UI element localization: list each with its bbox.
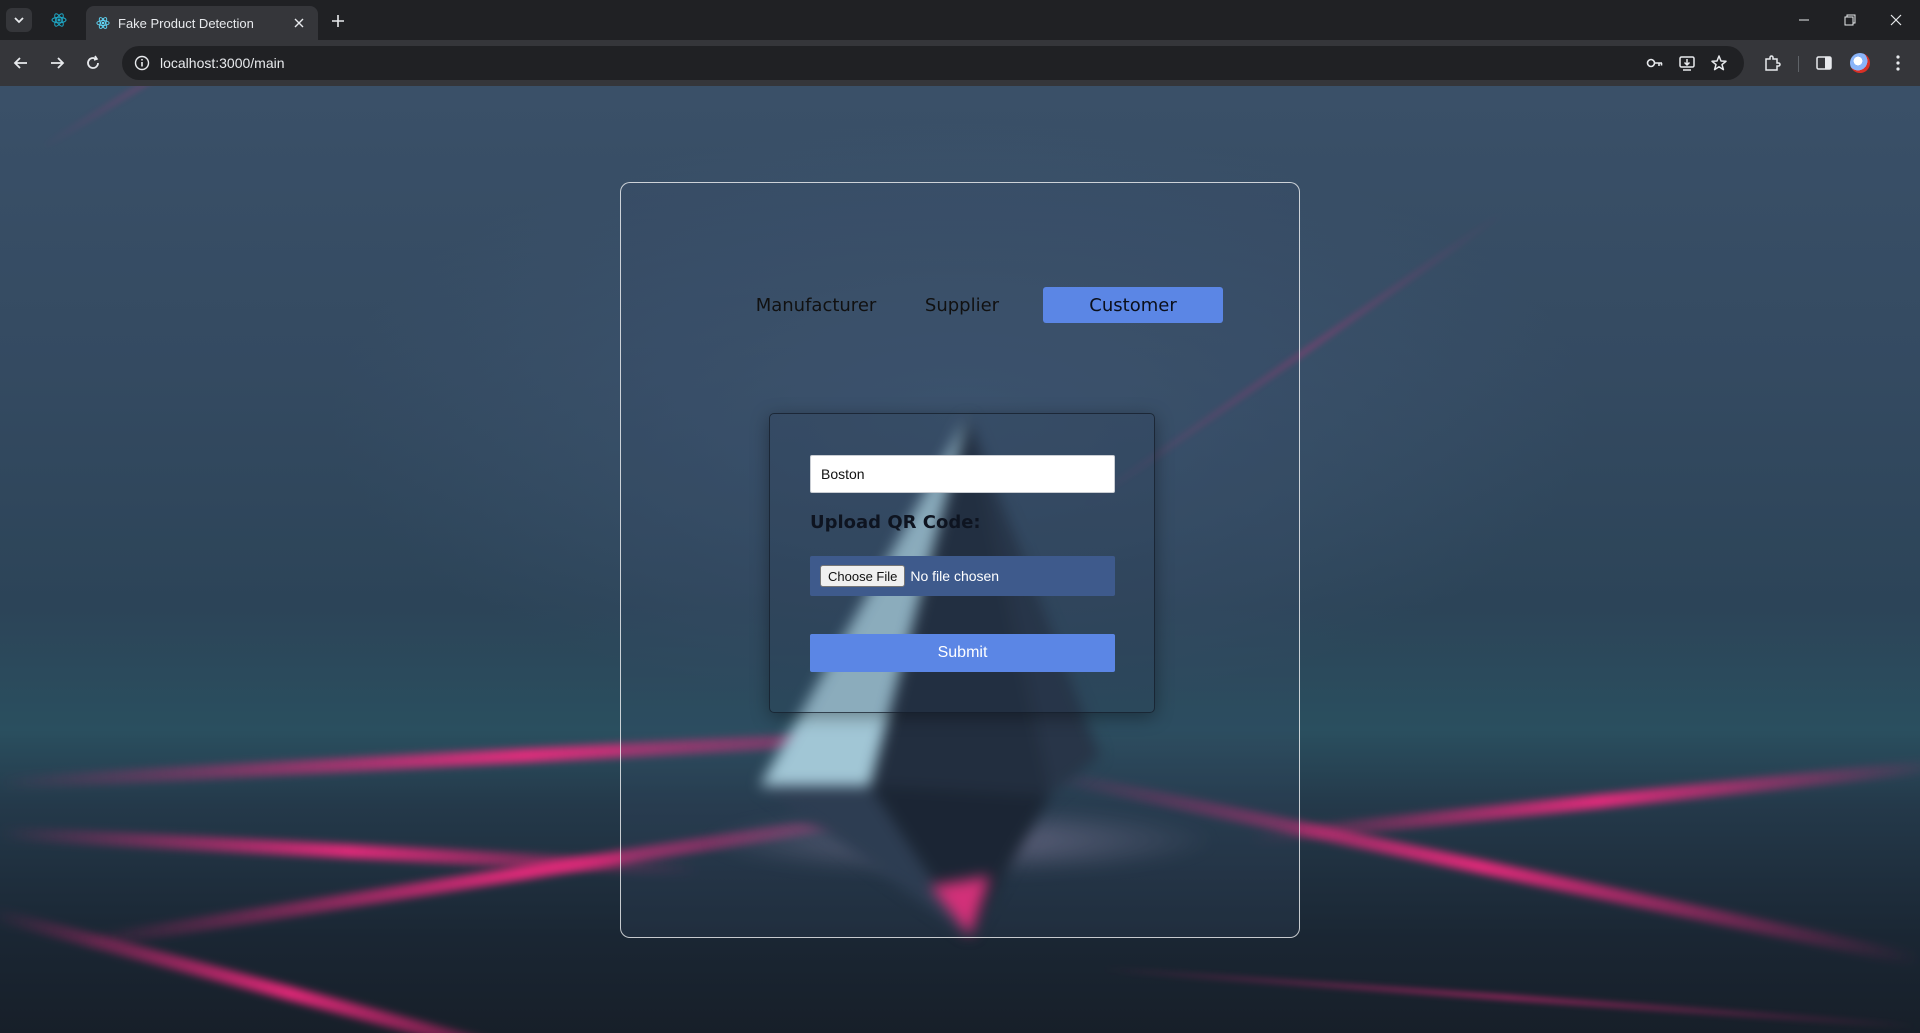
submit-button[interactable]: Submit [810, 634, 1115, 672]
pinned-tab[interactable] [46, 8, 72, 32]
background-light-beam [0, 906, 591, 1033]
install-app-icon [1679, 56, 1695, 71]
back-button[interactable] [8, 50, 34, 76]
window-close-button[interactable] [1878, 6, 1914, 34]
file-status-text: No file chosen [910, 568, 1000, 584]
bookmark-button[interactable] [1706, 50, 1732, 76]
active-tab[interactable]: Fake Product Detection [86, 6, 318, 40]
side-panel-button[interactable] [1811, 50, 1837, 76]
url-text: localhost:3000/main [160, 55, 285, 71]
profile-avatar [1850, 53, 1870, 73]
choose-file-button[interactable]: Choose File [820, 565, 906, 587]
tab-manufacturer[interactable]: Manufacturer [741, 287, 891, 323]
more-menu-button[interactable] [1885, 50, 1911, 76]
minimize-button[interactable] [1786, 6, 1822, 34]
plus-icon [332, 15, 344, 27]
tab-customer[interactable]: Customer [1043, 287, 1223, 323]
install-app-button[interactable] [1674, 50, 1700, 76]
tab-close-button[interactable] [290, 14, 308, 32]
side-panel-icon [1816, 56, 1832, 70]
forward-button[interactable] [44, 50, 70, 76]
chevron-down-icon [14, 17, 24, 24]
extensions-icon [1765, 55, 1781, 71]
background-light-beam [1099, 966, 1919, 1030]
page-viewport: Manufacturer Supplier Customer Upload QR… [0, 86, 1920, 1033]
upload-qr-label: Upload QR Code: [810, 512, 981, 533]
browser-toolbar: localhost:3000/main [0, 40, 1920, 86]
tab-supplier[interactable]: Supplier [907, 287, 1017, 323]
site-info-icon [134, 55, 150, 71]
profile-button[interactable] [1847, 50, 1873, 76]
password-key-icon [1646, 58, 1663, 68]
minimize-icon [1799, 19, 1809, 21]
background-light-beam [1249, 757, 1920, 845]
app-card: Manufacturer Supplier Customer Upload QR… [620, 182, 1300, 938]
close-icon [294, 18, 304, 28]
restore-button[interactable] [1832, 6, 1868, 34]
bookmark-star-icon [1711, 55, 1727, 71]
role-tabs: Manufacturer Supplier Customer [741, 287, 1223, 323]
new-tab-button[interactable] [326, 9, 350, 33]
qr-file-input[interactable]: Choose File No file chosen [810, 556, 1115, 596]
reload-button[interactable] [80, 50, 106, 76]
address-bar[interactable]: localhost:3000/main [122, 46, 1744, 80]
restore-icon [1844, 14, 1856, 26]
location-input[interactable] [810, 455, 1115, 493]
react-favicon-icon [96, 17, 110, 29]
window-close-icon [1890, 14, 1902, 26]
forward-arrow-icon [51, 57, 65, 69]
toolbar-divider [1798, 56, 1799, 72]
customer-form: Upload QR Code: Choose File No file chos… [769, 413, 1155, 713]
tab-title: Fake Product Detection [118, 15, 254, 31]
background-light-beam [38, 86, 398, 152]
tab-search-button[interactable] [6, 8, 32, 32]
back-arrow-icon [13, 57, 27, 69]
more-menu-icon [1896, 55, 1900, 71]
extensions-button[interactable] [1759, 50, 1785, 76]
reload-icon [87, 55, 99, 69]
password-manager-button[interactable] [1642, 50, 1668, 76]
react-favicon-icon [51, 13, 67, 27]
browser-tab-strip: Fake Product Detection [0, 0, 1920, 40]
background-light-beam [0, 826, 700, 877]
